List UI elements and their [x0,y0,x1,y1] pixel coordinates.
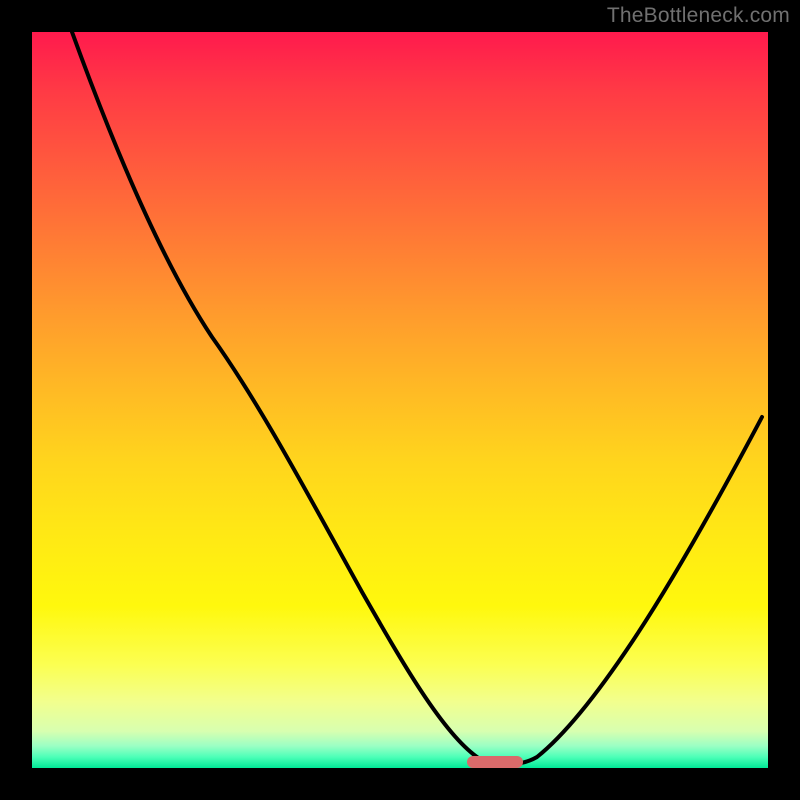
chart-plot-area [32,32,768,768]
optimal-marker [467,756,523,768]
watermark-text: TheBottleneck.com [607,4,790,28]
chart-frame: TheBottleneck.com [0,0,800,800]
bottleneck-curve [32,32,768,768]
curve-path [72,32,762,765]
